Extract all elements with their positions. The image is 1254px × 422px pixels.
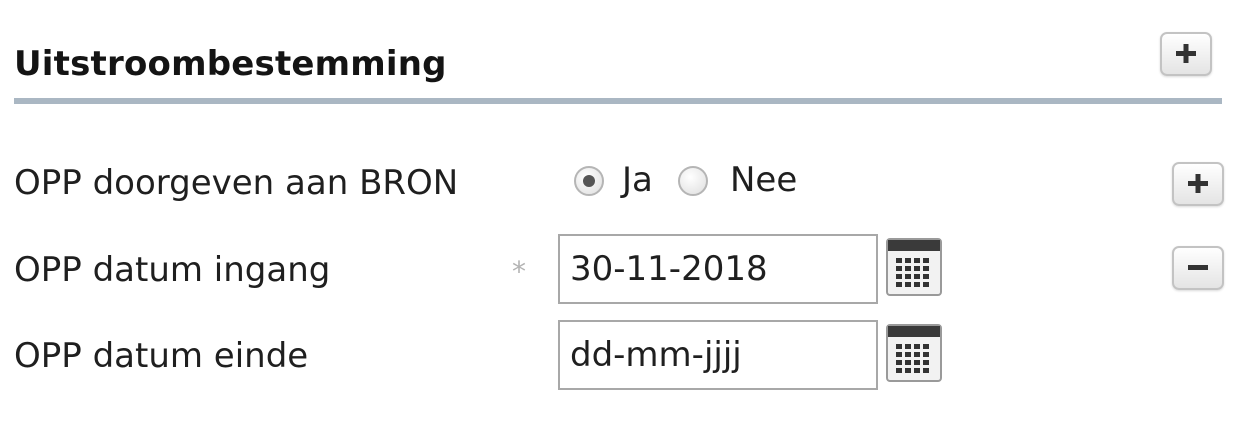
calendar-icon (886, 238, 942, 296)
radio-nee[interactable] (678, 166, 708, 196)
plus-icon (1188, 174, 1208, 193)
section-divider (14, 98, 1222, 104)
opp-datum-ingang-input[interactable] (558, 234, 878, 304)
add-row-button[interactable] (1172, 162, 1224, 206)
calendar-button-ingang[interactable] (886, 238, 942, 296)
remove-row-button[interactable] (1172, 246, 1224, 290)
opp-datum-einde-input[interactable] (558, 320, 878, 390)
radio-ja[interactable] (574, 166, 604, 196)
calendar-icon (886, 324, 942, 382)
minus-icon (1188, 265, 1208, 270)
opp-datum-einde-label: OPP datum einde (14, 336, 309, 376)
plus-icon (1176, 44, 1196, 63)
radio-ja-label[interactable]: Ja (622, 160, 653, 200)
section-title: Uitstroombestemming (14, 44, 447, 84)
opp-datum-ingang-label: OPP datum ingang (14, 250, 331, 290)
calendar-button-einde[interactable] (886, 324, 942, 382)
opp-doorgeven-label: OPP doorgeven aan BRON (14, 163, 459, 203)
radio-nee-label[interactable]: Nee (730, 160, 797, 200)
required-marker: * (512, 255, 526, 288)
section-add-button[interactable] (1160, 32, 1212, 76)
